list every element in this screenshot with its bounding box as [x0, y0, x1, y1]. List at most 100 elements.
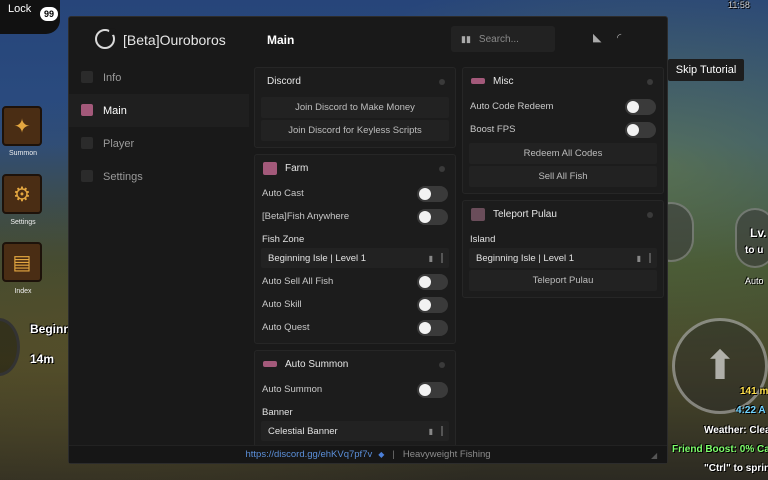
section-title: Misc [493, 76, 514, 87]
redeem-all-codes-button[interactable]: Redeem All Codes [469, 143, 657, 164]
misc-icon [471, 78, 485, 84]
search-input[interactable] [478, 33, 539, 45]
info-icon [81, 71, 93, 83]
toggle-label: [Beta]Fish Anywhere [262, 211, 350, 222]
hud-sprint-hint: "Ctrl" to sprin [704, 463, 768, 474]
join-discord-money-button[interactable]: Join Discord to Make Money [261, 97, 449, 118]
dropdown-value: Beginning Isle | Level 1 [268, 252, 367, 264]
fish-anywhere-toggle[interactable] [417, 209, 448, 225]
lock-label: Lock [8, 3, 32, 15]
summon-icon: ✦ [13, 115, 31, 138]
farm-section-header[interactable]: Farm [255, 155, 455, 182]
island-dropdown[interactable]: Beginning Isle | Level 1 ▮ [469, 248, 657, 268]
collapse-icon[interactable] [647, 79, 653, 85]
auto-sell-toggle[interactable] [417, 274, 448, 290]
search-icon: ▮▮ [461, 33, 471, 44]
resize-icon[interactable]: ◢ [651, 451, 661, 460]
page-title: Main [267, 33, 295, 47]
settings-game-label: Settings [10, 219, 36, 226]
sell-all-fish-button[interactable]: Sell All Fish [469, 166, 657, 187]
dropdown-divider [441, 253, 443, 263]
main-icon [81, 104, 93, 116]
summon-button[interactable]: ✦ [2, 106, 42, 146]
footer: https://discord.gg/ehKVq7pf7v ◆ | Heavyw… [69, 445, 667, 463]
auto-code-redeem-row: Auto Code Redeem [463, 95, 663, 118]
collapse-icon[interactable] [439, 166, 445, 172]
section-title: Farm [285, 163, 309, 174]
skip-tutorial-button[interactable]: Skip Tutorial [668, 59, 744, 81]
join-discord-keyless-button[interactable]: Join Discord for Keyless Scripts [261, 120, 449, 141]
fish-zone-dropdown[interactable]: Beginning Isle | Level 1 ▮ [261, 248, 449, 268]
toggle-label: Auto Skill [262, 299, 302, 310]
discord-section: Discord Join Discord to Make Money Join … [254, 67, 456, 148]
fish-anywhere-row: [Beta]Fish Anywhere [255, 205, 455, 228]
gear-icon: ⚙ [13, 183, 31, 206]
hud-count: 141 m [740, 386, 768, 397]
distance-text: 14m [30, 352, 55, 366]
auto-quest-toggle[interactable] [417, 320, 448, 336]
section-title: Auto Summon [285, 359, 349, 370]
teleport-section: Teleport Pulau Island Beginning Isle | L… [462, 200, 664, 298]
teleport-section-header[interactable]: Teleport Pulau [463, 201, 663, 228]
app-title: [Beta]Ouroboros [123, 32, 226, 48]
banner-dropdown[interactable]: Celestial Banner ▮ [261, 421, 449, 441]
farm-section: Farm Auto Cast [Beta]Fish Anywhere Fish … [254, 154, 456, 344]
auto-summon-toggle[interactable] [417, 382, 448, 398]
left-column: Discord Join Discord to Make Money Join … [254, 67, 456, 454]
sidebar-item-info[interactable]: Info [69, 61, 249, 94]
sidebar-item-settings[interactable]: Settings [69, 160, 249, 193]
hud-friend-boost: Friend Boost: 0% Cas [672, 444, 768, 455]
sidebar-item-main[interactable]: Main [69, 94, 249, 127]
fish-zone-label: Fish Zone [262, 234, 305, 245]
discord-link[interactable]: https://discord.gg/ehKVq7pf7v [245, 449, 372, 460]
boost-fps-row: Boost FPS [463, 118, 663, 141]
ouroboros-logo-icon [95, 28, 116, 49]
dropdown-divider [441, 426, 443, 436]
discord-section-header[interactable]: Discord [255, 68, 455, 95]
jump-button[interactable]: ⬆ [672, 318, 768, 414]
auto-cast-row: Auto Cast [255, 182, 455, 205]
sidebar-item-label: Player [103, 137, 135, 150]
sidebar-item-player[interactable]: Player [69, 127, 249, 160]
dropdown-icon: ▮ [428, 427, 433, 436]
boost-fps-toggle[interactable] [625, 122, 656, 138]
auto-skill-toggle[interactable] [417, 297, 448, 313]
dropdown-divider [649, 253, 651, 263]
auto-sell-row: Auto Sell All Fish [255, 270, 455, 293]
banner-label: Banner [262, 407, 293, 418]
sidebar: Info Main Player Settings [69, 61, 249, 193]
collapse-icon[interactable] [439, 79, 445, 85]
right-column: Misc Auto Code Redeem Boost FPS Redeem A… [462, 67, 664, 304]
level-sub-text: to u [745, 245, 764, 256]
toggle-label: Auto Cast [262, 188, 304, 199]
teleport-pulau-button[interactable]: Teleport Pulau [469, 270, 657, 291]
index-button[interactable]: ▤ [2, 242, 42, 282]
search-box[interactable]: ▮▮ [451, 26, 555, 52]
titlebar[interactable]: [Beta]Ouroboros Main ▮▮ ◣ ◜ [69, 17, 667, 61]
gem-icon: ◆ [378, 450, 385, 459]
auto-summon-section-header[interactable]: Auto Summon [255, 351, 455, 378]
maximize-icon[interactable]: ◜ [617, 32, 629, 44]
dropdown-value: Celestial Banner [268, 425, 338, 437]
farm-icon [263, 162, 277, 175]
player-icon [81, 137, 93, 149]
settings-game-button[interactable]: ⚙ [2, 174, 42, 214]
collapse-icon[interactable] [647, 212, 653, 218]
settings-icon [81, 170, 93, 182]
sidebar-item-label: Info [103, 71, 122, 84]
section-title: Teleport Pulau [493, 209, 557, 220]
auto-code-redeem-toggle[interactable] [625, 99, 656, 115]
lock-count-badge: 99 [40, 7, 58, 21]
collapse-icon[interactable] [439, 362, 445, 368]
hud-weather: Weather: Clea [704, 425, 768, 436]
lock-badge[interactable]: Lock 99 [0, 0, 60, 34]
island-label: Island [470, 234, 496, 245]
toggle-label: Auto Sell All Fish [262, 276, 334, 287]
misc-section-header[interactable]: Misc [463, 68, 663, 95]
auto-cast-toggle[interactable] [417, 186, 448, 202]
summon-label: Summon [8, 150, 37, 157]
auto-quest-row: Auto Quest [255, 316, 455, 339]
section-title: Discord [267, 76, 301, 87]
minimize-icon[interactable]: ◣ [593, 32, 605, 44]
auto-summon-row: Auto Summon [255, 378, 455, 401]
